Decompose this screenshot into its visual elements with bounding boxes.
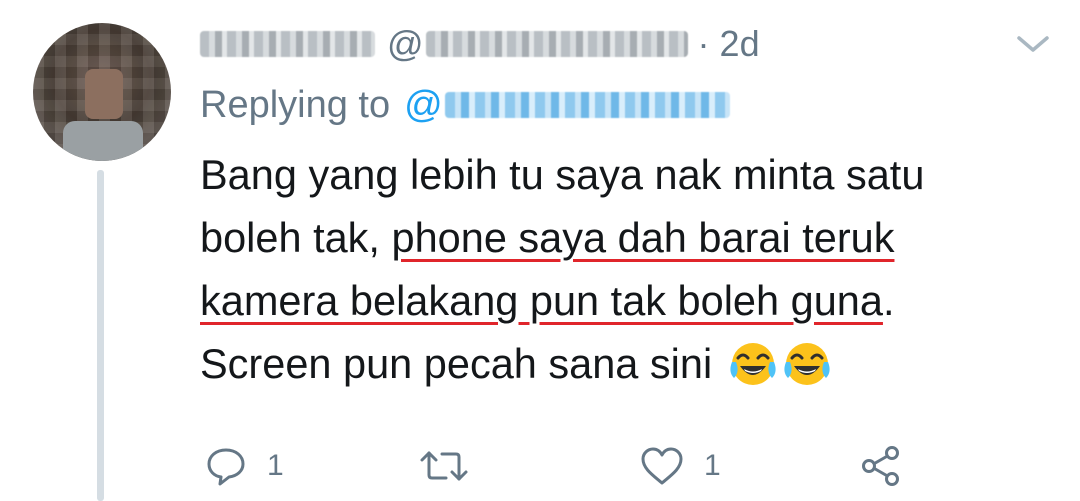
tweet-text-underlined-segment: kamera belakang pun tak boleh guna bbox=[200, 277, 883, 324]
retweet-icon bbox=[420, 451, 468, 481]
tweet-text-underlined-segment: phone saya dah barai teruk bbox=[391, 214, 895, 261]
tweet-text-segment: Bang yang lebih tu saya nak minta satu bbox=[200, 151, 925, 198]
reply-button[interactable]: 1 bbox=[205, 440, 284, 492]
tweet-text-segment: . bbox=[882, 277, 895, 324]
share-button[interactable] bbox=[860, 440, 902, 492]
tweet-text-line-2: boleh tak, phone saya dah barai teruk bbox=[200, 206, 1040, 269]
like-button[interactable]: 1 bbox=[640, 440, 721, 492]
replying-mention-blurred[interactable] bbox=[444, 92, 730, 118]
tweet-text-line-4: Screen pun pecah sana sini bbox=[200, 332, 1040, 395]
avatar-figure-body bbox=[63, 121, 143, 161]
tweet-text-segment: boleh tak, bbox=[200, 214, 392, 261]
share-icon bbox=[862, 446, 899, 486]
reply-icon bbox=[207, 448, 245, 486]
reply-count: 1 bbox=[267, 449, 284, 482]
heart-icon bbox=[641, 447, 683, 485]
display-name-blurred[interactable] bbox=[200, 31, 375, 57]
handle-blurred[interactable] bbox=[425, 31, 688, 57]
retweet-button[interactable] bbox=[419, 440, 489, 492]
tears-of-joy-emoji-icon bbox=[782, 338, 832, 388]
replying-to: Replying to @ bbox=[200, 80, 730, 130]
replying-to-label: Replying to bbox=[200, 83, 391, 126]
timestamp[interactable]: 2d bbox=[720, 23, 760, 65]
tweet-text-line-3: kamera belakang pun tak boleh guna. bbox=[200, 269, 1040, 332]
handle-at: @ bbox=[387, 23, 424, 64]
tweet-text-line-1: Bang yang lebih tu saya nak minta satu bbox=[200, 143, 1040, 206]
like-count: 1 bbox=[704, 449, 721, 482]
replying-mention-at[interactable]: @ bbox=[404, 84, 443, 127]
tweet-text: Bang yang lebih tu saya nak minta satu b… bbox=[200, 143, 1040, 395]
tweet-header: @ · 2d bbox=[200, 22, 760, 66]
avatar-figure-face bbox=[85, 69, 123, 119]
tweet-actions: 1 1 bbox=[0, 440, 1080, 492]
tears-of-joy-emoji-icon bbox=[728, 338, 778, 388]
avatar[interactable] bbox=[33, 23, 171, 161]
more-options-button[interactable] bbox=[1016, 34, 1050, 54]
tweet-text-segment: Screen pun pecah sana sini bbox=[200, 340, 724, 387]
time-separator: · bbox=[697, 23, 710, 64]
chevron-down-icon bbox=[1017, 36, 1049, 52]
